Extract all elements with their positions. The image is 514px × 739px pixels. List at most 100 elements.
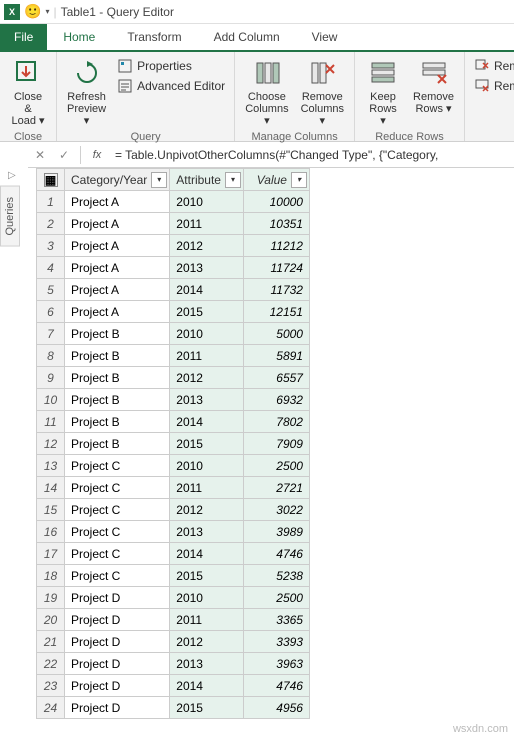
row-number[interactable]: 5 xyxy=(37,279,65,301)
cell-attribute[interactable]: 2012 xyxy=(170,235,244,257)
cell-attribute[interactable]: 2010 xyxy=(170,323,244,345)
formula-accept-button[interactable]: ✓ xyxy=(52,148,76,162)
cell-category[interactable]: Project A xyxy=(65,213,170,235)
cell-value[interactable]: 5000 xyxy=(243,323,309,345)
table-row[interactable]: 10Project B20136932 xyxy=(37,389,310,411)
tab-transform[interactable]: Transform xyxy=(111,24,197,50)
queries-expand-icon[interactable]: ▷ xyxy=(8,170,16,181)
cell-value[interactable]: 11732 xyxy=(243,279,309,301)
row-number[interactable]: 15 xyxy=(37,499,65,521)
cell-category[interactable]: Project C xyxy=(65,477,170,499)
cell-attribute[interactable]: 2011 xyxy=(170,477,244,499)
cell-category[interactable]: Project B xyxy=(65,411,170,433)
cell-attribute[interactable]: 2015 xyxy=(170,433,244,455)
table-row[interactable]: 5Project A201411732 xyxy=(37,279,310,301)
formula-cancel-button[interactable]: ✕ xyxy=(28,148,52,162)
row-number[interactable]: 1 xyxy=(37,191,65,213)
row-number[interactable]: 14 xyxy=(37,477,65,499)
table-row[interactable]: 4Project A201311724 xyxy=(37,257,310,279)
row-number[interactable]: 7 xyxy=(37,323,65,345)
cell-value[interactable]: 11724 xyxy=(243,257,309,279)
table-row[interactable]: 13Project C20102500 xyxy=(37,455,310,477)
cell-category[interactable]: Project C xyxy=(65,455,170,477)
queries-pane-tab[interactable]: Queries xyxy=(0,186,20,247)
cell-category[interactable]: Project A xyxy=(65,191,170,213)
table-row[interactable]: 8Project B20115891 xyxy=(37,345,310,367)
row-number[interactable]: 24 xyxy=(37,697,65,719)
filter-icon[interactable]: ▾ xyxy=(225,172,241,188)
cell-category[interactable]: Project C xyxy=(65,565,170,587)
choose-columns-button[interactable]: Choose Columns ▾ xyxy=(241,55,292,129)
row-number[interactable]: 18 xyxy=(37,565,65,587)
cell-value[interactable]: 2500 xyxy=(243,587,309,609)
cell-value[interactable]: 10000 xyxy=(243,191,309,213)
cell-value[interactable]: 3365 xyxy=(243,609,309,631)
cell-value[interactable]: 3022 xyxy=(243,499,309,521)
cell-category[interactable]: Project B xyxy=(65,323,170,345)
cell-category[interactable]: Project D xyxy=(65,631,170,653)
refresh-preview-button[interactable]: Refresh Preview ▾ xyxy=(63,55,110,129)
table-menu-button[interactable]: ▦ xyxy=(37,169,65,191)
cell-value[interactable]: 5238 xyxy=(243,565,309,587)
cell-attribute[interactable]: 2014 xyxy=(170,279,244,301)
row-number[interactable]: 9 xyxy=(37,367,65,389)
cell-category[interactable]: Project A xyxy=(65,301,170,323)
row-number[interactable]: 6 xyxy=(37,301,65,323)
cell-attribute[interactable]: 2014 xyxy=(170,543,244,565)
cell-attribute[interactable]: 2012 xyxy=(170,499,244,521)
row-number[interactable]: 23 xyxy=(37,675,65,697)
table-row[interactable]: 1Project A201010000 xyxy=(37,191,310,213)
cell-value[interactable]: 2721 xyxy=(243,477,309,499)
cell-category[interactable]: Project D xyxy=(65,697,170,719)
file-tab[interactable]: File xyxy=(0,24,47,50)
cell-value[interactable]: 6557 xyxy=(243,367,309,389)
cell-value[interactable]: 4746 xyxy=(243,675,309,697)
cell-attribute[interactable]: 2013 xyxy=(170,257,244,279)
cell-category[interactable]: Project D xyxy=(65,609,170,631)
filter-icon[interactable]: ▾ xyxy=(291,172,307,188)
qat-dropdown[interactable]: ▾ xyxy=(45,7,49,16)
cell-attribute[interactable]: 2012 xyxy=(170,631,244,653)
cell-value[interactable]: 3963 xyxy=(243,653,309,675)
cell-attribute[interactable]: 2014 xyxy=(170,411,244,433)
col-header-value[interactable]: Value ▾ xyxy=(243,169,309,191)
cell-category[interactable]: Project D xyxy=(65,675,170,697)
cell-attribute[interactable]: 2015 xyxy=(170,697,244,719)
cell-attribute[interactable]: 2011 xyxy=(170,609,244,631)
table-row[interactable]: 18Project C20155238 xyxy=(37,565,310,587)
row-number[interactable]: 12 xyxy=(37,433,65,455)
cell-attribute[interactable]: 2013 xyxy=(170,389,244,411)
table-row[interactable]: 14Project C20112721 xyxy=(37,477,310,499)
cell-attribute[interactable]: 2010 xyxy=(170,587,244,609)
cell-value[interactable]: 7909 xyxy=(243,433,309,455)
col-header-attribute[interactable]: Attribute ▾ xyxy=(170,169,244,191)
cell-attribute[interactable]: 2013 xyxy=(170,521,244,543)
row-number[interactable]: 20 xyxy=(37,609,65,631)
cell-value[interactable]: 3989 xyxy=(243,521,309,543)
row-number[interactable]: 8 xyxy=(37,345,65,367)
row-number[interactable]: 4 xyxy=(37,257,65,279)
close-load-button[interactable]: Close & Load ▾ xyxy=(6,55,50,129)
table-row[interactable]: 17Project C20144746 xyxy=(37,543,310,565)
cell-value[interactable]: 4746 xyxy=(243,543,309,565)
cell-category[interactable]: Project B xyxy=(65,389,170,411)
cell-attribute[interactable]: 2014 xyxy=(170,675,244,697)
cell-category[interactable]: Project A xyxy=(65,257,170,279)
table-row[interactable]: 15Project C20123022 xyxy=(37,499,310,521)
cell-value[interactable]: 2500 xyxy=(243,455,309,477)
properties-button[interactable]: Properties xyxy=(114,57,228,75)
col-header-category[interactable]: Category/Year ▾ xyxy=(65,169,170,191)
row-number[interactable]: 2 xyxy=(37,213,65,235)
table-row[interactable]: 20Project D20113365 xyxy=(37,609,310,631)
smiley-icon[interactable]: 🙂 xyxy=(24,3,41,20)
table-row[interactable]: 3Project A201211212 xyxy=(37,235,310,257)
cell-attribute[interactable]: 2015 xyxy=(170,301,244,323)
cell-category[interactable]: Project C xyxy=(65,521,170,543)
table-row[interactable]: 2Project A201110351 xyxy=(37,213,310,235)
fx-icon[interactable]: fx xyxy=(85,149,109,161)
table-row[interactable]: 9Project B20126557 xyxy=(37,367,310,389)
row-number[interactable]: 21 xyxy=(37,631,65,653)
row-number[interactable]: 11 xyxy=(37,411,65,433)
cell-category[interactable]: Project D xyxy=(65,587,170,609)
row-number[interactable]: 17 xyxy=(37,543,65,565)
